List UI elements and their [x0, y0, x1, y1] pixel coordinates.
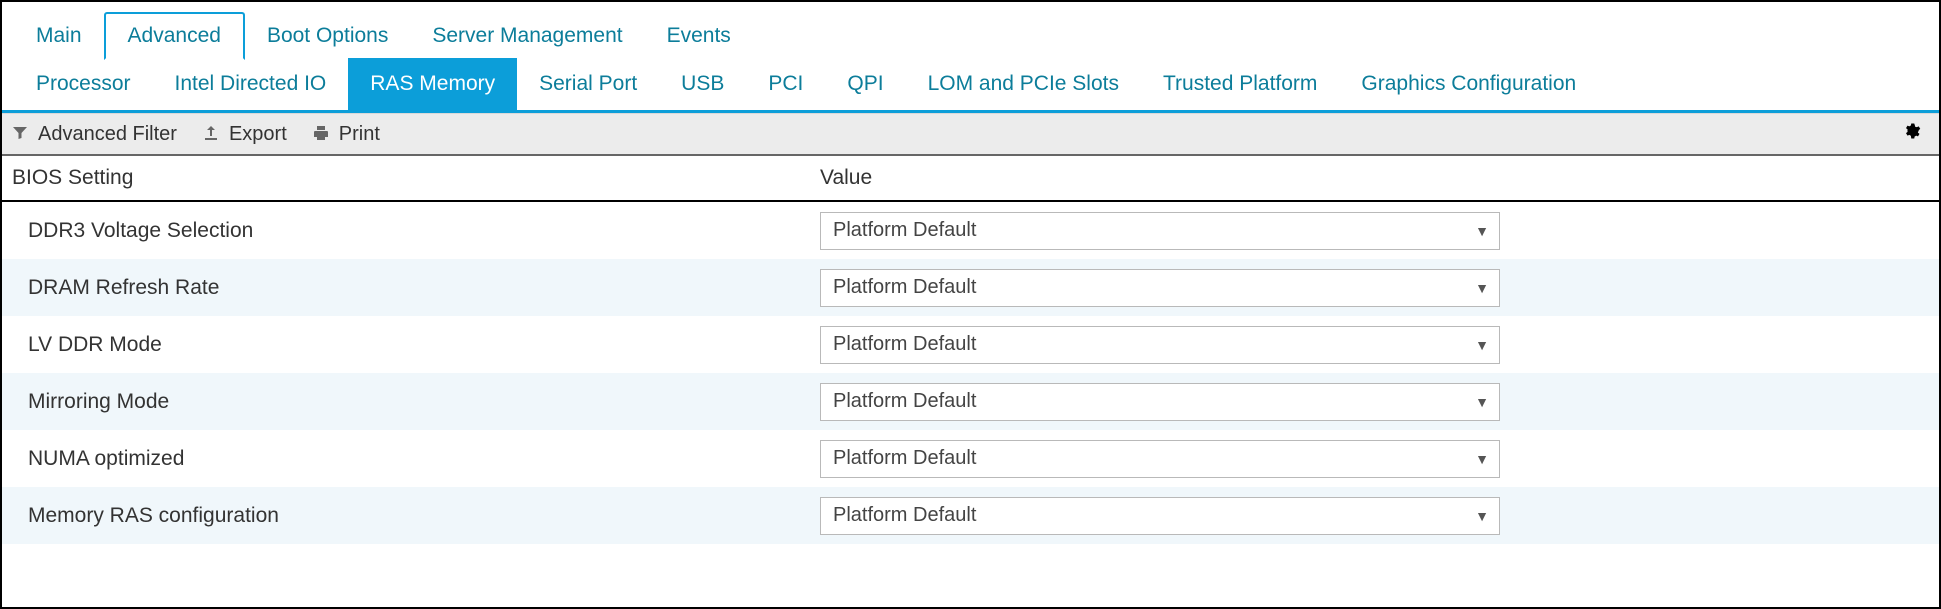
tab-serial-port[interactable]: Serial Port: [517, 58, 659, 110]
chevron-down-icon: ▼: [1475, 508, 1489, 524]
print-button[interactable]: Print: [313, 123, 380, 146]
tab-intel-directed-io[interactable]: Intel Directed IO: [153, 58, 349, 110]
print-label: Print: [339, 123, 380, 146]
select-value: Platform Default: [833, 504, 976, 527]
select-value: Platform Default: [833, 333, 976, 356]
advanced-filter-label: Advanced Filter: [38, 123, 177, 146]
value-select-lv-ddr[interactable]: Platform Default ▼: [820, 326, 1500, 364]
value-select-mirroring[interactable]: Platform Default ▼: [820, 383, 1500, 421]
setting-label: NUMA optimized: [10, 447, 820, 471]
export-button[interactable]: Export: [203, 123, 287, 146]
value-cell: Platform Default ▼: [820, 383, 1931, 421]
table-toolbar: Advanced Filter Export Print: [2, 113, 1939, 156]
print-icon: [313, 125, 331, 143]
value-select-memory-ras[interactable]: Platform Default ▼: [820, 497, 1500, 535]
value-cell: Platform Default ▼: [820, 212, 1931, 250]
tab-events[interactable]: Events: [645, 14, 753, 58]
upload-icon: [203, 125, 221, 143]
value-cell: Platform Default ▼: [820, 497, 1931, 535]
tab-trusted-platform[interactable]: Trusted Platform: [1141, 58, 1339, 110]
select-value: Platform Default: [833, 219, 976, 242]
secondary-tabs: Processor Intel Directed IO RAS Memory S…: [2, 58, 1939, 110]
tab-graphics-configuration[interactable]: Graphics Configuration: [1339, 58, 1598, 110]
select-value: Platform Default: [833, 390, 976, 413]
table-row: Memory RAS configuration Platform Defaul…: [2, 487, 1939, 544]
settings-button[interactable]: [1903, 120, 1921, 148]
tab-lom-pcie-slots[interactable]: LOM and PCIe Slots: [906, 58, 1141, 110]
settings-rows: DDR3 Voltage Selection Platform Default …: [2, 202, 1939, 544]
primary-tabs: Main Advanced Boot Options Server Manage…: [2, 2, 1939, 58]
table-row: Mirroring Mode Platform Default ▼: [2, 373, 1939, 430]
export-label: Export: [229, 123, 287, 146]
chevron-down-icon: ▼: [1475, 394, 1489, 410]
value-select-dram-refresh[interactable]: Platform Default ▼: [820, 269, 1500, 307]
gear-icon: [1903, 120, 1921, 138]
tab-boot-options[interactable]: Boot Options: [245, 14, 410, 58]
table-row: DRAM Refresh Rate Platform Default ▼: [2, 259, 1939, 316]
chevron-down-icon: ▼: [1475, 451, 1489, 467]
tab-advanced[interactable]: Advanced: [104, 12, 245, 60]
chevron-down-icon: ▼: [1475, 337, 1489, 353]
table-row: DDR3 Voltage Selection Platform Default …: [2, 202, 1939, 259]
select-value: Platform Default: [833, 447, 976, 470]
advanced-filter-button[interactable]: Advanced Filter: [12, 123, 177, 146]
value-select-ddr3-voltage[interactable]: Platform Default ▼: [820, 212, 1500, 250]
tab-qpi[interactable]: QPI: [825, 58, 905, 110]
column-header-value: Value: [820, 166, 1931, 190]
filter-icon: [12, 125, 30, 143]
setting-label: LV DDR Mode: [10, 333, 820, 357]
value-cell: Platform Default ▼: [820, 269, 1931, 307]
table-header-row: BIOS Setting Value: [2, 156, 1939, 202]
secondary-tabs-wrap: Processor Intel Directed IO RAS Memory S…: [2, 58, 1939, 113]
chevron-down-icon: ▼: [1475, 280, 1489, 296]
value-select-numa[interactable]: Platform Default ▼: [820, 440, 1500, 478]
bios-configure-panel: Main Advanced Boot Options Server Manage…: [0, 0, 1941, 609]
tab-usb[interactable]: USB: [659, 58, 746, 110]
column-header-setting: BIOS Setting: [10, 166, 820, 190]
setting-label: Mirroring Mode: [10, 390, 820, 414]
setting-label: Memory RAS configuration: [10, 504, 820, 528]
tab-pci[interactable]: PCI: [746, 58, 825, 110]
select-value: Platform Default: [833, 276, 976, 299]
setting-label: DDR3 Voltage Selection: [10, 219, 820, 243]
setting-label: DRAM Refresh Rate: [10, 276, 820, 300]
tab-ras-memory[interactable]: RAS Memory: [348, 58, 517, 110]
table-row: NUMA optimized Platform Default ▼: [2, 430, 1939, 487]
tab-server-management[interactable]: Server Management: [410, 14, 644, 58]
chevron-down-icon: ▼: [1475, 223, 1489, 239]
tab-processor[interactable]: Processor: [14, 58, 153, 110]
value-cell: Platform Default ▼: [820, 326, 1931, 364]
table-row: LV DDR Mode Platform Default ▼: [2, 316, 1939, 373]
value-cell: Platform Default ▼: [820, 440, 1931, 478]
tab-main[interactable]: Main: [14, 14, 104, 58]
